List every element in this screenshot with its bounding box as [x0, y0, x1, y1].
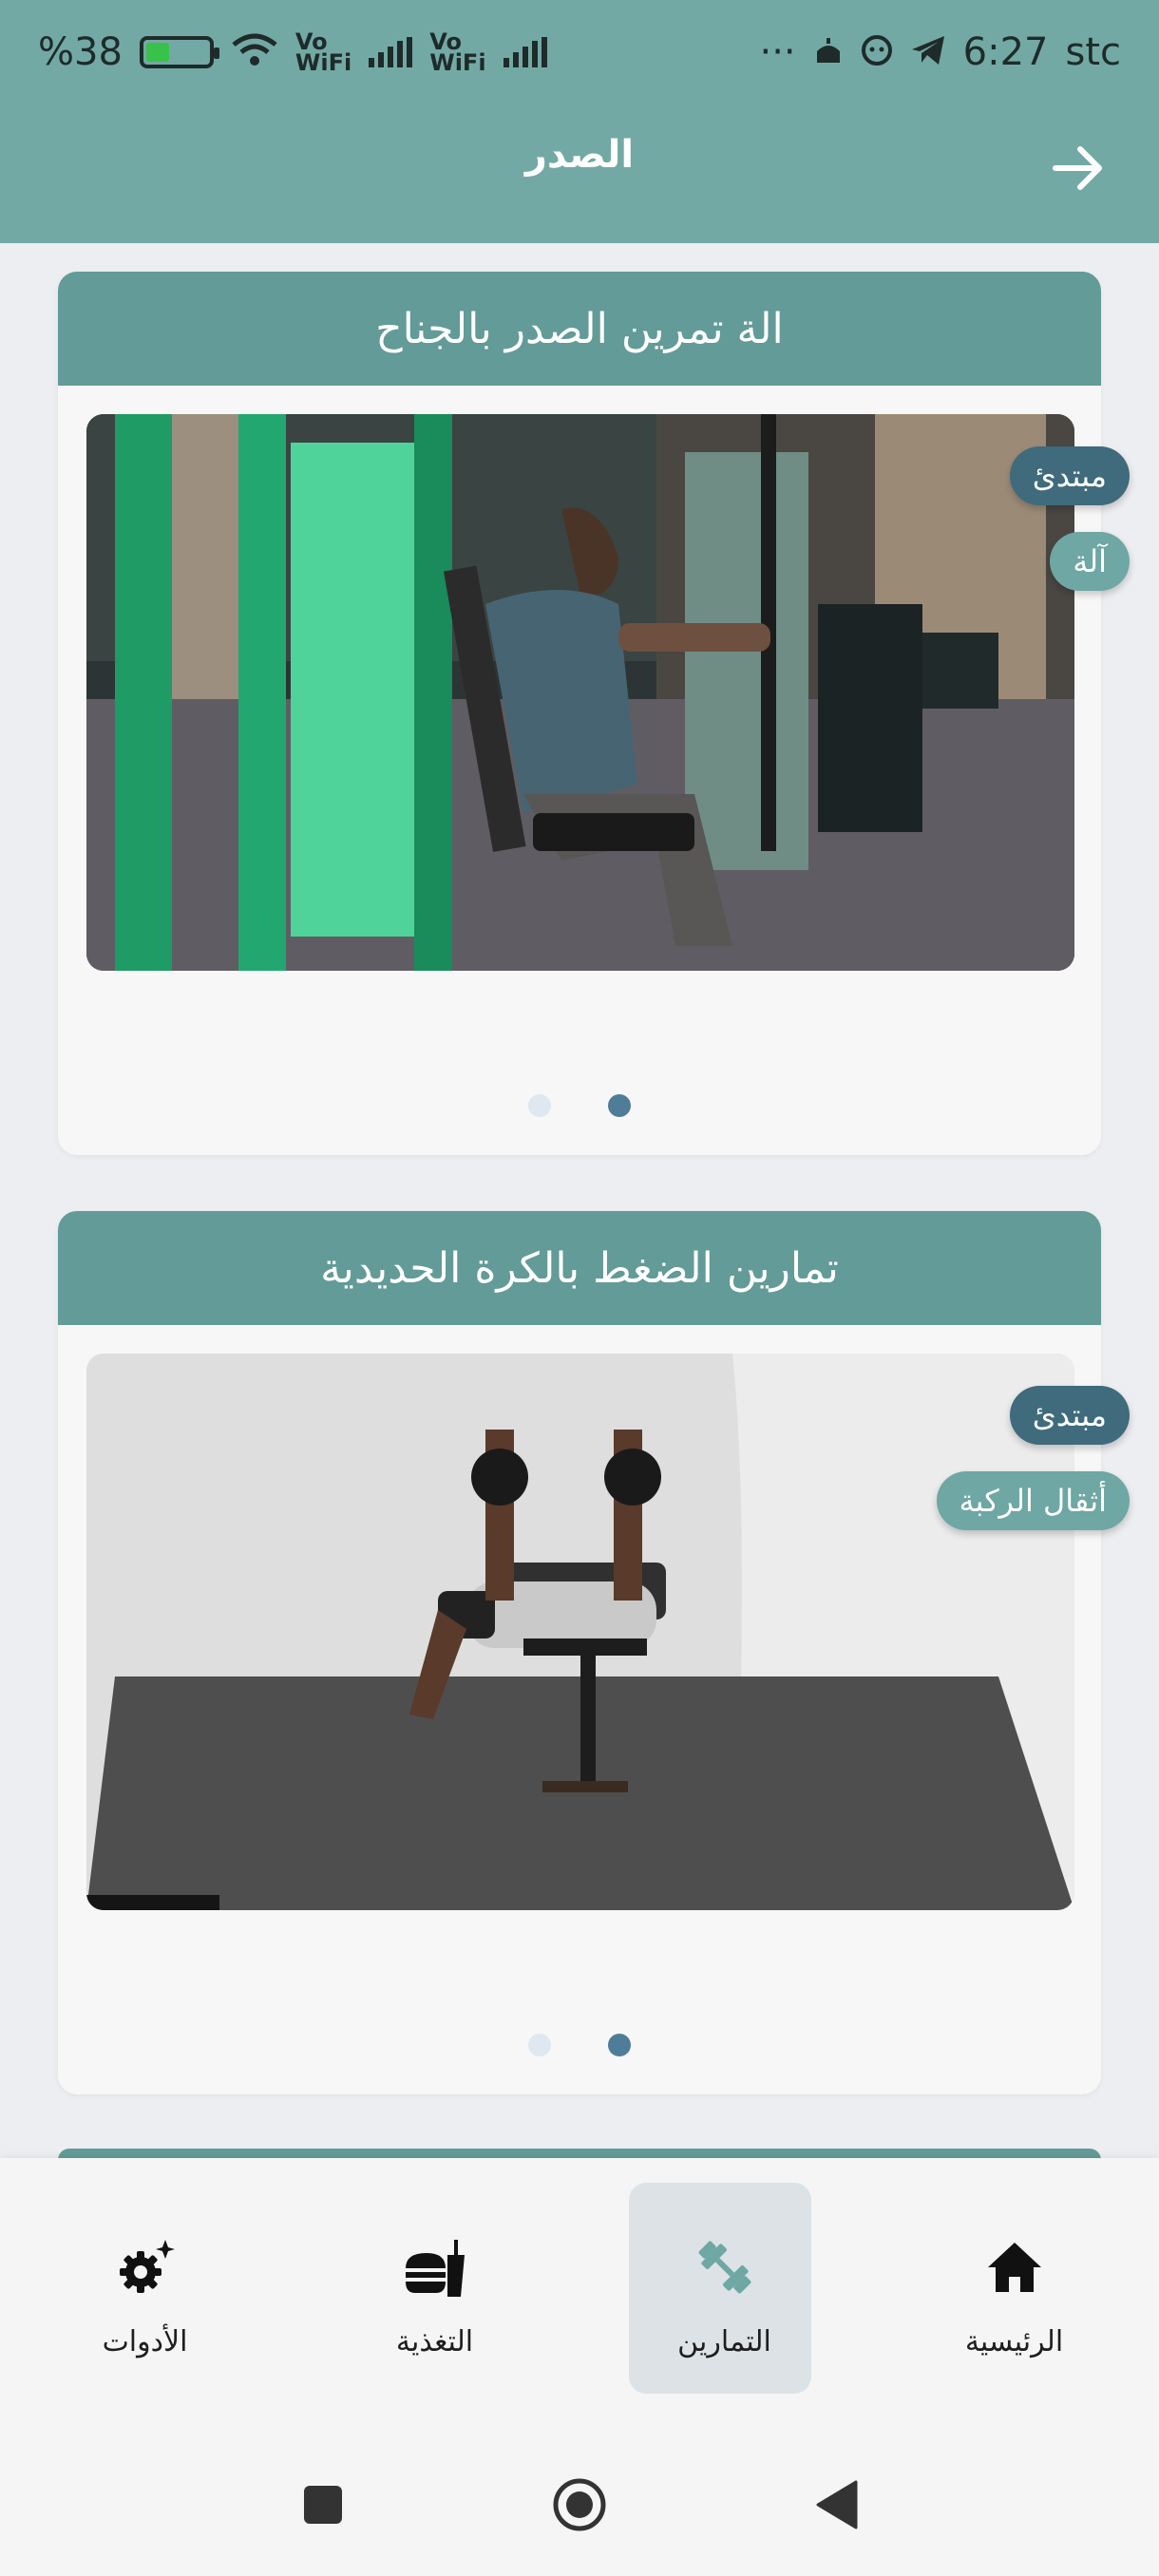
dumbbell-icon [692, 2234, 758, 2301]
equipment-chip: آلة [1050, 532, 1130, 591]
square-icon [304, 2486, 342, 2524]
app-bar: الصدر [0, 104, 1159, 243]
clock: 6:27 [962, 30, 1049, 74]
recents-button[interactable] [290, 2472, 356, 2538]
wifi-icon [231, 31, 278, 73]
status-left: %38 Vo WiFi Vo WiFi [38, 30, 547, 74]
food-icon [402, 2234, 468, 2301]
exercise-image-kettlebell-press[interactable] [86, 1354, 1074, 1910]
level-chip: مبتدئ [1009, 1386, 1130, 1445]
nav-tools[interactable]: الأدوات [0, 2158, 290, 2434]
status-bar: %38 Vo WiFi Vo WiFi ··· 6:27 stc [0, 0, 1159, 104]
carousel-dots [58, 1094, 1101, 1117]
status-right: ··· 6:27 stc [760, 30, 1122, 74]
nav-workouts-label: التمارين [677, 2324, 771, 2358]
vowifi-label-2: Vo WiFi [429, 28, 486, 76]
carousel-dots [58, 2034, 1101, 2056]
nav-home[interactable]: الرئيسية [869, 2158, 1159, 2434]
carousel-dot-active[interactable] [608, 1094, 631, 1117]
exercise-title: تمارين الضغط بالكرة الحديدية [58, 1211, 1101, 1325]
header: %38 Vo WiFi Vo WiFi ··· 6:27 stc الصدر [0, 0, 1159, 243]
home-system-button[interactable] [546, 2472, 613, 2538]
carrier: stc [1065, 30, 1121, 74]
back-button[interactable] [1045, 135, 1112, 201]
telegram-icon [910, 34, 946, 70]
exercise-image-butterfly-machine[interactable] [86, 414, 1074, 971]
home-icon [981, 2234, 1048, 2301]
battery-percent: %38 [38, 30, 123, 74]
signal-icon-1 [369, 37, 413, 67]
nav-nutrition[interactable]: التغذية [290, 2158, 580, 2434]
signal-icon-2 [503, 37, 547, 67]
nav-workouts[interactable]: التمارين [580, 2158, 869, 2434]
arrow-right-icon [1053, 146, 1102, 190]
tools-gear-icon [112, 2234, 179, 2301]
exercise-card[interactable]: الة تمرين الصدر بالجناح مبتدئ آلة [58, 272, 1130, 1155]
equipment-chip: أثقال الركبة [936, 1471, 1130, 1530]
battery-icon [139, 36, 219, 68]
carousel-dot[interactable] [528, 2034, 551, 2056]
face-icon [861, 34, 893, 70]
circle-home-icon [553, 2478, 606, 2531]
back-system-button[interactable] [803, 2472, 869, 2538]
bottom-nav: الرئيسية التمارين التغذية الأدوات [0, 2158, 1159, 2434]
vowifi-label-1: Vo WiFi [294, 28, 352, 76]
mosque-icon [813, 36, 844, 68]
nav-tools-label: الأدوات [102, 2324, 188, 2358]
level-chip: مبتدئ [1009, 446, 1130, 505]
nav-home-label: الرئيسية [964, 2324, 1064, 2358]
carousel-dot[interactable] [528, 1094, 551, 1117]
page-title: الصدر [524, 133, 635, 177]
nav-nutrition-label: التغذية [395, 2324, 474, 2358]
carousel-dot-active[interactable] [608, 2034, 631, 2056]
triangle-back-icon [816, 2480, 858, 2529]
exercise-title: الة تمرين الصدر بالجناح [58, 272, 1101, 386]
exercise-card[interactable]: تمارين الضغط بالكرة الحديدية مبتدئ أثقال… [58, 1211, 1130, 2094]
system-nav-bar [0, 2434, 1159, 2576]
more-notifications: ··· [759, 30, 796, 74]
